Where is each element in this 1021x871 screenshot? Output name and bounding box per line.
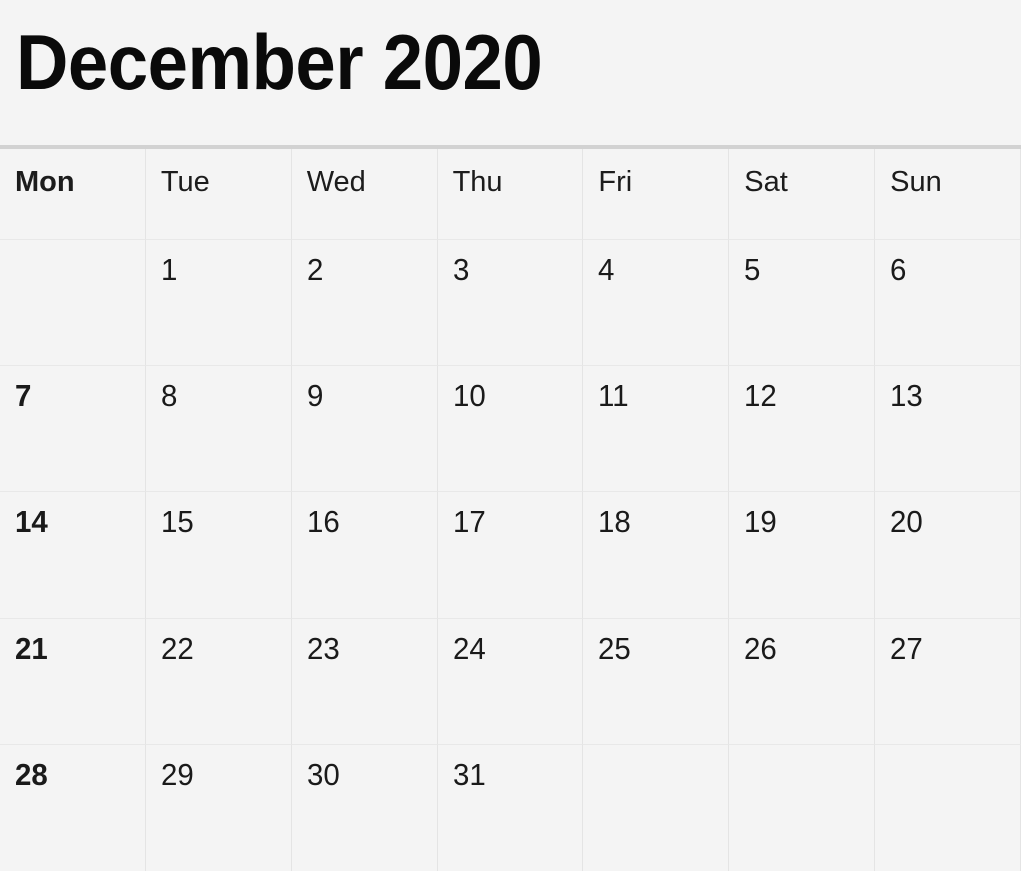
day-cell[interactable]: 8 [145, 366, 292, 493]
day-cell-empty [583, 744, 730, 871]
day-number: 23 [306, 630, 340, 666]
day-cell[interactable]: 27 [875, 618, 1021, 745]
day-header-cell: Wed [291, 149, 438, 240]
day-number: 13 [890, 378, 923, 414]
day-number: 22 [160, 630, 194, 666]
day-header-label-sat: Sat [744, 166, 788, 198]
day-header-cell: Sun [875, 149, 1021, 240]
day-cell[interactable]: 10 [437, 366, 584, 493]
day-number: 5 [744, 252, 761, 287]
day-cell[interactable]: 7 [0, 366, 146, 493]
calendar-page: December 2020 Mon Tue Wed Thu Fri Sat Sun 1 2 3 4 5… [0, 0, 1021, 871]
day-cell[interactable]: 29 [145, 744, 292, 871]
day-header-label-mon: Mon [15, 166, 75, 198]
day-number: 29 [160, 756, 194, 792]
day-cell[interactable]: 17 [437, 492, 584, 619]
day-cell[interactable]: 2 [291, 240, 438, 367]
day-number: 17 [452, 504, 486, 540]
day-cell[interactable]: 23 [291, 618, 438, 745]
day-number: 10 [452, 378, 486, 414]
day-cell[interactable]: 11 [583, 366, 730, 493]
day-number: 16 [306, 504, 340, 540]
day-number: 31 [452, 756, 486, 792]
day-number: 4 [598, 252, 615, 287]
calendar-grid: Mon Tue Wed Thu Fri Sat Sun 1 2 3 4 5 6 7 8 9 10 11 12 13 14… [0, 149, 1021, 871]
day-cell[interactable]: 1 [145, 240, 292, 367]
day-cell[interactable]: 31 [437, 744, 584, 871]
day-cell[interactable]: 18 [583, 492, 730, 619]
day-cell[interactable]: 12 [729, 366, 876, 493]
day-number: 1 [160, 252, 178, 287]
day-header-cell: Sat [729, 149, 876, 240]
day-number: 18 [598, 504, 632, 540]
day-cell[interactable]: 13 [875, 366, 1021, 493]
day-cell[interactable]: 9 [291, 366, 438, 493]
day-cell[interactable]: 6 [875, 240, 1021, 367]
day-cell[interactable]: 5 [729, 240, 876, 367]
day-number: 11 [598, 378, 629, 414]
day-number: 3 [452, 252, 469, 287]
day-header-cell: Thu [437, 149, 584, 240]
day-cell[interactable]: 4 [583, 240, 730, 367]
day-number: 28 [15, 756, 48, 792]
day-cell[interactable]: 20 [875, 492, 1021, 619]
day-cell[interactable]: 14 [0, 492, 146, 619]
day-cell[interactable]: 25 [583, 618, 730, 745]
day-header-label-tue: Tue [160, 166, 210, 198]
day-cell[interactable]: 24 [437, 618, 584, 745]
day-header-label-sun: Sun [890, 166, 942, 198]
day-number: 14 [15, 504, 48, 540]
day-cell-empty [875, 744, 1021, 871]
day-cell-empty [729, 744, 876, 871]
day-cell-empty [0, 240, 146, 367]
day-cell[interactable]: 16 [291, 492, 438, 619]
day-cell[interactable]: 3 [437, 240, 584, 367]
day-number: 19 [744, 504, 778, 540]
day-number: 9 [306, 378, 324, 414]
day-number: 21 [15, 630, 48, 666]
day-cell[interactable]: 21 [0, 618, 146, 745]
day-number: 25 [598, 630, 632, 666]
day-cell[interactable]: 22 [145, 618, 292, 745]
day-header-cell: Mon [0, 149, 146, 240]
page-title: December 2020 [16, 18, 543, 106]
day-number: 6 [890, 252, 907, 287]
day-number: 7 [15, 378, 32, 414]
day-number: 27 [890, 630, 923, 666]
day-number: 24 [452, 630, 486, 666]
day-cell[interactable]: 28 [0, 744, 146, 871]
day-number: 2 [306, 252, 324, 287]
day-number: 20 [890, 504, 923, 540]
day-number: 8 [160, 378, 178, 414]
day-number: 15 [160, 504, 194, 540]
day-number: 12 [744, 378, 778, 414]
day-cell[interactable]: 19 [729, 492, 876, 619]
day-header-label-wed: Wed [306, 166, 366, 198]
day-number: 26 [744, 630, 778, 666]
day-cell[interactable]: 30 [291, 744, 438, 871]
day-cell[interactable]: 26 [729, 618, 876, 745]
day-header-cell: Fri [583, 149, 730, 240]
calendar-title-bar: December 2020 [0, 0, 1021, 145]
day-cell[interactable]: 15 [145, 492, 292, 619]
day-header-label-thu: Thu [452, 166, 503, 198]
day-header-cell: Tue [145, 149, 292, 240]
day-number: 30 [306, 756, 340, 792]
day-header-label-fri: Fri [598, 166, 633, 198]
